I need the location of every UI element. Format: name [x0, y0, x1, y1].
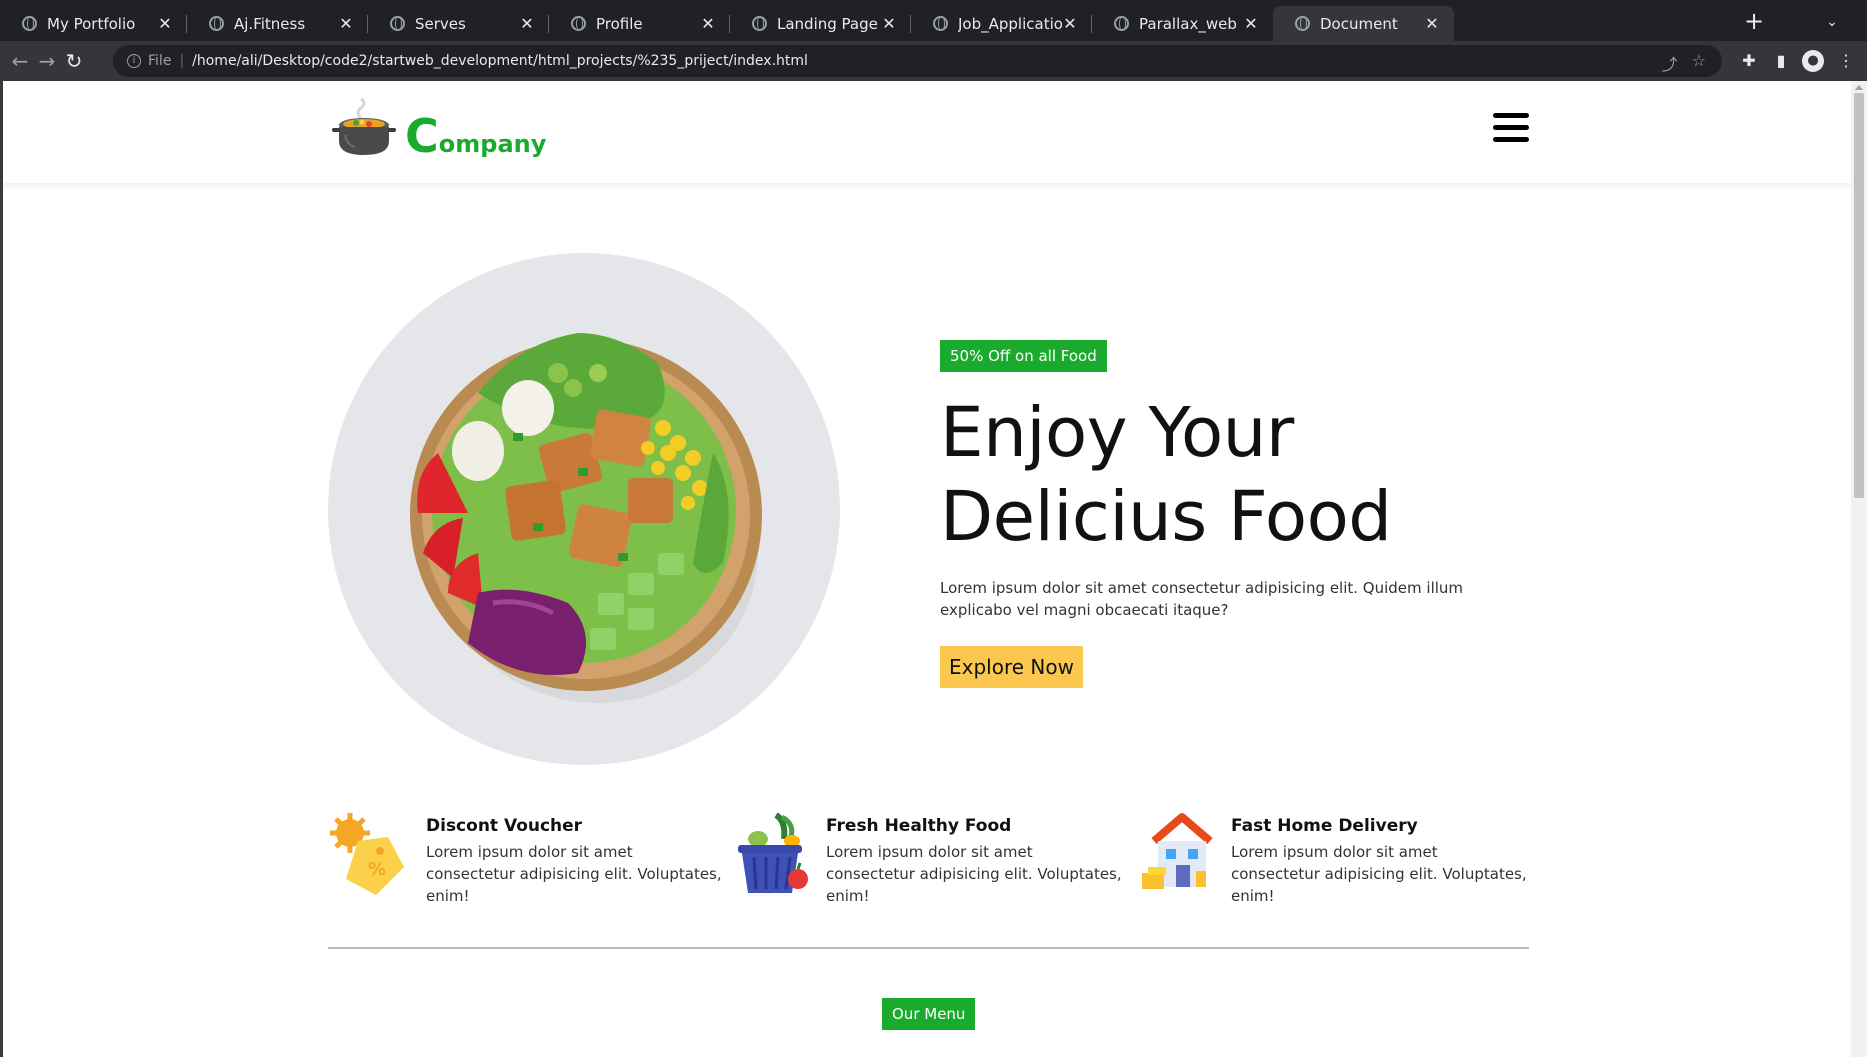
feature-description: Lorem ipsum dolor sit amet consectetur a… — [1231, 843, 1527, 905]
discount-tag-icon: % — [330, 813, 404, 895]
side-panel-icon[interactable]: ▮ — [1767, 47, 1795, 75]
site-header: Company — [3, 81, 1851, 183]
close-icon[interactable]: ✕ — [338, 14, 354, 33]
profile-avatar-icon[interactable]: ● — [1802, 50, 1824, 72]
svg-text:%: % — [368, 859, 386, 880]
tab-document[interactable]: Document ✕ — [1273, 6, 1454, 41]
page-viewport: Company 50% Off on all Food Enjoy Your D… — [0, 81, 1867, 1057]
browser-toolbar: ← → ↻ i File | /home/ali/Desktop/code2/s… — [0, 41, 1867, 81]
scrollbar-thumb[interactable] — [1854, 93, 1864, 498]
new-tab-button[interactable]: + — [1740, 8, 1768, 36]
tab-search-chevron-icon[interactable]: ⌄ — [1818, 8, 1846, 36]
window-edge — [0, 81, 3, 1057]
feature-title: Fresh Healthy Food — [826, 816, 1012, 836]
close-icon[interactable]: ✕ — [881, 14, 897, 33]
omnibox-actions: ⤴ ☆ — [1662, 51, 1706, 75]
globe-icon — [752, 16, 767, 31]
feature-description: Lorem ipsum dolor sit amet consectetur a… — [826, 843, 1122, 905]
feature-fast-home-delivery: Fast Home Delivery Lorem ipsum dolor sit… — [1140, 811, 1540, 905]
globe-icon — [1295, 16, 1310, 31]
hero-description: Lorem ipsum dolor sit amet consectetur a… — [940, 579, 1464, 619]
close-icon[interactable]: ✕ — [700, 14, 716, 33]
hamburger-menu-icon[interactable] — [1493, 113, 1529, 143]
feature-title: Discont Voucher — [426, 816, 583, 836]
tab-serves[interactable]: Serves ✕ — [368, 6, 549, 41]
extensions-icon[interactable]: ✚ — [1735, 47, 1763, 75]
tab-label: Profile — [596, 14, 643, 33]
feature-discount-voucher: % Discont Voucher Lorem ipsum dolor sit … — [328, 811, 722, 905]
our-menu-badge: Our Menu — [882, 998, 976, 1030]
tab-profile[interactable]: Profile ✕ — [549, 6, 730, 41]
discount-badge: 50% Off on all Food — [940, 340, 1107, 372]
url-text[interactable]: /home/ali/Desktop/code2/startweb_develop… — [192, 53, 808, 69]
feature-fresh-healthy-food: Fresh Healthy Food Lorem ipsum dolor sit… — [732, 811, 1122, 905]
brand-logo[interactable]: Company — [331, 95, 546, 159]
scheme-label: File — [148, 53, 172, 69]
info-icon[interactable]: i — [127, 54, 141, 68]
vertical-scrollbar[interactable] — [1851, 81, 1867, 1057]
close-icon[interactable]: ✕ — [519, 14, 535, 33]
tab-label: My Portfolio — [47, 14, 136, 33]
tab-label: Aj.Fitness — [234, 14, 306, 33]
brand-name: Company — [405, 109, 547, 163]
tab-strip: My Portfolio ✕ Aj.Fitness ✕ Serves ✕ Pro… — [0, 0, 1867, 41]
close-icon[interactable]: ✕ — [1424, 14, 1440, 33]
tab-parallax-web[interactable]: Parallax_web ✕ — [1092, 6, 1273, 41]
forward-button[interactable]: → — [33, 47, 61, 75]
globe-icon — [1114, 16, 1129, 31]
feature-description: Lorem ipsum dolor sit amet consectetur a… — [426, 843, 722, 905]
back-button[interactable]: ← — [6, 47, 34, 75]
explore-now-button[interactable]: Explore Now — [940, 646, 1083, 688]
close-icon[interactable]: ✕ — [1243, 14, 1259, 33]
tab-job-application[interactable]: Job_Application ✕ — [911, 6, 1092, 41]
hero-title: Enjoy Your Delicius Food — [940, 393, 1392, 557]
globe-icon — [571, 16, 586, 31]
globe-icon — [390, 16, 405, 31]
close-icon[interactable]: ✕ — [157, 14, 173, 33]
feature-title: Fast Home Delivery — [1231, 816, 1418, 836]
tab-label: Serves — [415, 14, 466, 33]
cooking-pot-icon — [332, 97, 396, 155]
scroll-up-arrow-icon[interactable] — [1855, 85, 1863, 90]
share-icon[interactable]: ⤴ — [1662, 51, 1678, 75]
kebab-menu-icon[interactable]: ⋮ — [1832, 47, 1860, 75]
address-bar[interactable]: i File | /home/ali/Desktop/code2/startwe… — [113, 45, 1722, 77]
reload-button[interactable]: ↻ — [60, 47, 88, 75]
globe-icon — [22, 16, 37, 31]
section-divider — [328, 947, 1529, 949]
close-icon[interactable]: ✕ — [1062, 14, 1078, 33]
grocery-basket-icon — [738, 812, 808, 893]
hero-food-bowl-image — [328, 253, 840, 765]
tab-label: Document — [1320, 14, 1398, 33]
globe-icon — [933, 16, 948, 31]
tab-landing-page[interactable]: Landing Page ✕ — [730, 6, 911, 41]
tab-aj-fitness[interactable]: Aj.Fitness ✕ — [187, 6, 368, 41]
house-delivery-icon — [1142, 813, 1213, 889]
tab-label: Parallax_web — [1139, 14, 1237, 33]
tab-label: Landing Page — [777, 14, 878, 33]
tab-label: Job_Application — [958, 14, 1062, 33]
globe-icon — [209, 16, 224, 31]
tab-my-portfolio[interactable]: My Portfolio ✕ — [0, 6, 187, 41]
star-icon[interactable]: ☆ — [1692, 51, 1706, 75]
omnibox-divider: | — [179, 53, 185, 69]
